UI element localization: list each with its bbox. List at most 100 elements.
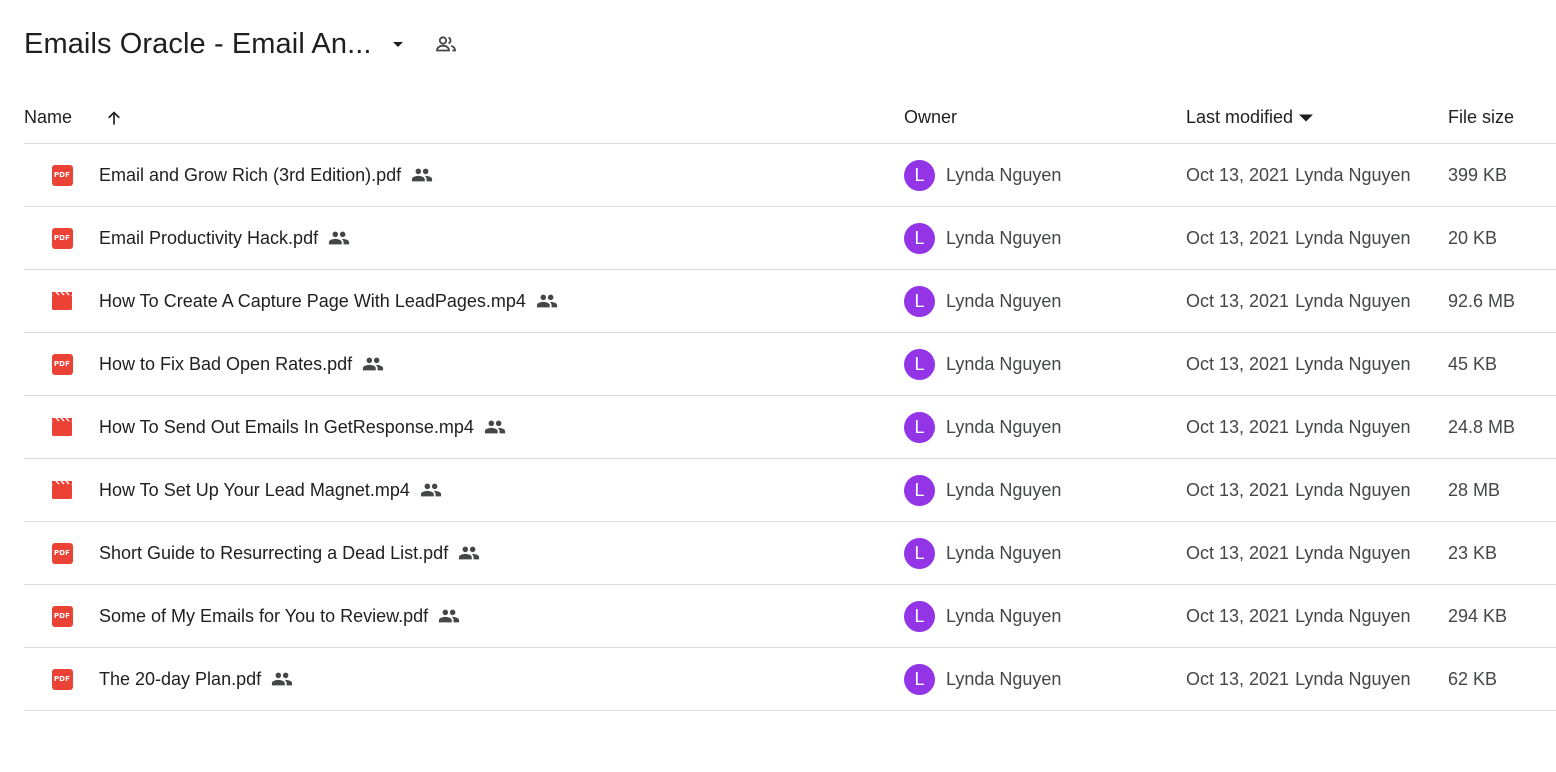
modified-by: Lynda Nguyen	[1295, 227, 1411, 248]
owner-name: Lynda Nguyen	[946, 542, 1062, 563]
file-type-icon: PDF	[51, 668, 73, 690]
folder-title[interactable]: Emails Oracle - Email An...	[24, 28, 372, 61]
arrow-drop-down-icon[interactable]	[382, 28, 414, 60]
owner-name: Lynda Nguyen	[946, 416, 1062, 437]
people-icon	[411, 164, 433, 186]
file-list: Name Owner Last modified File size PDF Em…	[24, 92, 1556, 711]
owner-name: Lynda Nguyen	[946, 605, 1062, 626]
file-name[interactable]: Short Guide to Resurrecting a Dead List.…	[99, 543, 448, 564]
people-icon	[484, 416, 506, 438]
file-size: 20 KB	[1448, 227, 1498, 248]
column-header-owner[interactable]: Owner	[904, 107, 957, 128]
file-name[interactable]: Email and Grow Rich (3rd Edition).pdf	[99, 165, 401, 186]
file-name[interactable]: How To Set Up Your Lead Magnet.mp4	[99, 480, 410, 501]
avatar: L	[904, 411, 935, 443]
file-size: 399 KB	[1448, 164, 1508, 185]
avatar: L	[904, 222, 935, 254]
owner-name: Lynda Nguyen	[946, 290, 1062, 311]
table-row[interactable]: How To Send Out Emails In GetResponse.mp…	[24, 396, 1556, 459]
table-row[interactable]: PDF Some of My Emails for You to Review.p…	[24, 585, 1556, 648]
owner-name: Lynda Nguyen	[946, 353, 1062, 374]
people-icon	[271, 668, 293, 690]
arrow-drop-down-icon	[1299, 111, 1314, 125]
table-row[interactable]: How To Create A Capture Page With LeadPa…	[24, 270, 1556, 333]
modified-date: Oct 13, 2021	[1186, 227, 1290, 248]
column-header-name[interactable]: Name	[24, 107, 72, 128]
avatar: L	[904, 159, 935, 191]
avatar: L	[904, 474, 935, 506]
modified-by: Lynda Nguyen	[1295, 479, 1411, 500]
people-icon	[362, 353, 384, 375]
video-icon	[51, 417, 73, 437]
file-name[interactable]: The 20-day Plan.pdf	[99, 669, 261, 690]
people-outline-icon[interactable]	[428, 26, 464, 62]
modified-by: Lynda Nguyen	[1295, 353, 1411, 374]
table-row[interactable]: How To Set Up Your Lead Magnet.mp4 L Lynda…	[24, 459, 1556, 522]
modified-date: Oct 13, 2021	[1186, 353, 1290, 374]
owner-name: Lynda Nguyen	[946, 164, 1062, 185]
table-header: Name Owner Last modified File size	[24, 92, 1556, 144]
pdf-icon: PDF	[51, 353, 73, 375]
file-size: 45 KB	[1448, 353, 1498, 374]
folder-header: Emails Oracle - Email An...	[24, 22, 464, 66]
column-header-file-size[interactable]: File size	[1448, 107, 1514, 128]
avatar: L	[904, 537, 935, 569]
modified-by: Lynda Nguyen	[1295, 605, 1411, 626]
pdf-icon: PDF	[51, 605, 73, 627]
modified-date: Oct 13, 2021	[1186, 542, 1290, 563]
people-icon	[328, 227, 350, 249]
file-name[interactable]: How To Create A Capture Page With LeadPa…	[99, 291, 526, 312]
people-icon	[438, 605, 460, 627]
file-name[interactable]: Email Productivity Hack.pdf	[99, 228, 318, 249]
pdf-icon: PDF	[51, 668, 73, 690]
pdf-icon: PDF	[51, 164, 73, 186]
modified-date: Oct 13, 2021	[1186, 290, 1290, 311]
file-type-icon	[51, 290, 73, 312]
file-name[interactable]: How To Send Out Emails In GetResponse.mp…	[99, 417, 474, 438]
modified-date: Oct 13, 2021	[1186, 479, 1290, 500]
modified-date: Oct 13, 2021	[1186, 668, 1290, 689]
avatar: L	[904, 285, 935, 317]
file-type-icon: PDF	[51, 542, 73, 564]
file-size: 92.6 MB	[1448, 290, 1516, 311]
avatar: L	[904, 348, 935, 380]
file-type-icon	[51, 479, 73, 501]
file-rows: PDF Email and Grow Rich (3rd Edition).pdf…	[24, 144, 1556, 711]
modified-by: Lynda Nguyen	[1295, 416, 1411, 437]
file-size: 62 KB	[1448, 668, 1498, 689]
table-row[interactable]: PDF Email Productivity Hack.pdf L Lynda Ngu…	[24, 207, 1556, 270]
file-name[interactable]: Some of My Emails for You to Review.pdf	[99, 606, 428, 627]
modified-by: Lynda Nguyen	[1295, 668, 1411, 689]
table-row[interactable]: PDF The 20-day Plan.pdf L Lynda Nguyen Oct 1…	[24, 648, 1556, 711]
table-row[interactable]: PDF Short Guide to Resurrecting a Dead Li…	[24, 522, 1556, 585]
file-type-icon: PDF	[51, 164, 73, 186]
people-icon	[458, 542, 480, 564]
avatar: L	[904, 663, 935, 695]
modified-date: Oct 13, 2021	[1186, 416, 1290, 437]
modified-by: Lynda Nguyen	[1295, 542, 1411, 563]
table-row[interactable]: PDF Email and Grow Rich (3rd Edition).pdf…	[24, 144, 1556, 207]
modified-date: Oct 13, 2021	[1186, 605, 1290, 626]
pdf-icon: PDF	[51, 542, 73, 564]
modified-by: Lynda Nguyen	[1295, 164, 1411, 185]
modified-by: Lynda Nguyen	[1295, 290, 1411, 311]
arrow-up-icon[interactable]	[102, 106, 126, 130]
column-header-last-modified[interactable]: Last modified	[1186, 107, 1314, 128]
modified-date: Oct 13, 2021	[1186, 164, 1290, 185]
pdf-icon: PDF	[51, 227, 73, 249]
people-icon	[536, 290, 558, 312]
file-type-icon	[51, 416, 73, 438]
file-type-icon: PDF	[51, 353, 73, 375]
file-size: 23 KB	[1448, 542, 1498, 563]
file-size: 24.8 MB	[1448, 416, 1516, 437]
file-size: 28 MB	[1448, 479, 1501, 500]
owner-name: Lynda Nguyen	[946, 668, 1062, 689]
avatar: L	[904, 600, 935, 632]
table-row[interactable]: PDF How to Fix Bad Open Rates.pdf L Lynda N…	[24, 333, 1556, 396]
owner-name: Lynda Nguyen	[946, 227, 1062, 248]
owner-name: Lynda Nguyen	[946, 479, 1062, 500]
file-size: 294 KB	[1448, 605, 1508, 626]
file-type-icon: PDF	[51, 227, 73, 249]
file-name[interactable]: How to Fix Bad Open Rates.pdf	[99, 354, 352, 375]
file-type-icon: PDF	[51, 605, 73, 627]
